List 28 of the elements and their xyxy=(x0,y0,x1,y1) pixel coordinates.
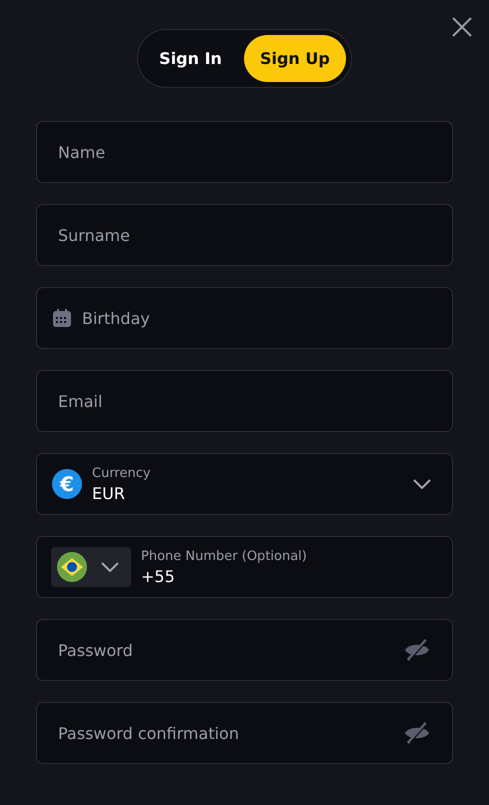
field-value: +55 xyxy=(141,566,176,586)
eye-slash-icon[interactable] xyxy=(403,722,431,744)
euro-icon: € xyxy=(52,469,82,499)
chevron-down-icon xyxy=(413,479,431,489)
password-field[interactable]: Password confirmation xyxy=(36,702,453,764)
text-input[interactable]: Birthday xyxy=(82,306,431,330)
eye-slash-icon[interactable] xyxy=(403,639,431,661)
field-label: Currency xyxy=(92,466,152,480)
input-field[interactable]: Name xyxy=(36,121,453,183)
tab[interactable]: Sign In xyxy=(143,35,238,82)
text-input[interactable]: Password confirmation xyxy=(58,721,393,745)
text-input[interactable]: Email xyxy=(58,389,431,413)
flag-icon xyxy=(57,552,87,582)
calendar-icon xyxy=(52,308,72,328)
country-picker[interactable] xyxy=(51,547,131,587)
text-input[interactable]: Password xyxy=(58,638,393,662)
text-input[interactable]: Surname xyxy=(58,223,431,247)
password-field[interactable]: Password xyxy=(36,619,453,681)
text-input[interactable]: Name xyxy=(58,140,431,164)
field-label: Phone Number (Optional) xyxy=(141,548,308,564)
tab[interactable]: Sign Up xyxy=(244,35,346,82)
input-field[interactable]: Email xyxy=(36,370,453,432)
close-button[interactable] xyxy=(451,16,473,38)
chevron-down-icon xyxy=(101,562,119,572)
field-value: EUR xyxy=(92,484,126,502)
input-field[interactable]: Surname xyxy=(36,204,453,266)
date-field[interactable]: Birthday xyxy=(36,287,453,349)
currency-select[interactable]: € Currency EUR xyxy=(36,453,453,515)
